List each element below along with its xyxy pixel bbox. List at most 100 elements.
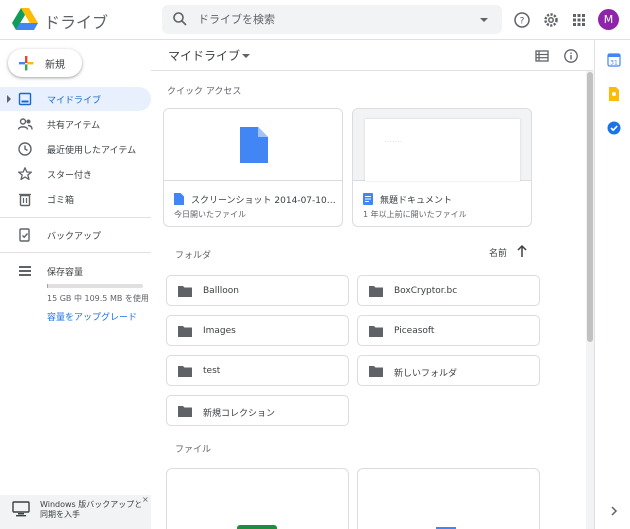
- sidebar-item-label: ゴミ箱: [47, 196, 75, 206]
- storage-usage-fill: [47, 284, 48, 288]
- clock-icon: [18, 142, 32, 156]
- sidebar-item-label: バックアップ: [47, 232, 102, 242]
- plus-icon: [19, 56, 34, 71]
- drive-logo-icon[interactable]: [12, 7, 38, 31]
- new-button[interactable]: 新規: [8, 49, 82, 77]
- sidebar-divider: [0, 217, 151, 218]
- sort-ascending-arrow-icon[interactable]: [516, 244, 528, 258]
- storage-usage-text: 15 GB 中 109.5 MB を使用: [47, 294, 149, 303]
- storage-icon: [19, 266, 31, 276]
- file-name: スクリーンショット 2014-07-10 01...: [191, 196, 337, 206]
- folder-icon: [369, 286, 383, 297]
- sidebar-item-shared[interactable]: 共有アイテム: [0, 112, 151, 136]
- sidebar-item-backup[interactable]: バックアップ: [0, 223, 151, 247]
- expand-caret-icon[interactable]: [7, 95, 11, 103]
- file-card[interactable]: [357, 468, 540, 529]
- my-drive-icon: [18, 92, 32, 106]
- backup-promo-banner[interactable]: Windows 版バックアップと同期を入手 ×: [0, 495, 151, 529]
- new-button-label: 新規: [45, 60, 65, 71]
- folder-item[interactable]: test: [166, 355, 349, 386]
- apps-grid-icon[interactable]: [570, 11, 588, 29]
- search-bar[interactable]: [162, 5, 502, 34]
- sidebar-item-starred[interactable]: スター付き: [0, 162, 151, 186]
- sidebar-item-recent[interactable]: 最近使用したアイテム: [0, 137, 151, 161]
- star-icon: [18, 167, 32, 181]
- sidebar-item-my-drive[interactable]: マイドライブ: [0, 87, 151, 111]
- chevron-right-icon[interactable]: [609, 506, 619, 516]
- search-options-icon[interactable]: [480, 18, 488, 22]
- folder-name: Piceasoft: [394, 326, 435, 336]
- page-title[interactable]: マイドライブ: [168, 47, 240, 64]
- folder-item[interactable]: 新規コレクション: [166, 395, 349, 426]
- backup-promo-text: Windows 版バックアップと同期を入手: [40, 500, 143, 519]
- sidebar-item-label: マイドライブ: [47, 96, 102, 106]
- folder-icon: [369, 366, 383, 377]
- sidebar-item-storage[interactable]: 保存容量: [0, 259, 151, 283]
- file-thumbnail: · · · · · · ·: [353, 109, 531, 181]
- upgrade-storage-link[interactable]: 容量をアップグレード: [47, 310, 137, 323]
- backup-icon: [19, 228, 30, 242]
- folder-name: Images: [203, 326, 236, 336]
- quick-access-card[interactable]: スクリーンショット 2014-07-10 01... 今日開いたファイル: [163, 108, 343, 227]
- image-file-icon: [240, 127, 268, 163]
- folder-icon: [178, 366, 192, 377]
- search-input[interactable]: [198, 9, 468, 30]
- list-view-icon[interactable]: [534, 48, 550, 64]
- folder-item[interactable]: Piceasoft: [357, 315, 540, 346]
- search-icon[interactable]: [172, 11, 188, 27]
- side-panel-rail: 31: [594, 40, 630, 529]
- close-icon[interactable]: ×: [142, 495, 149, 504]
- storage-usage-bar: [47, 284, 143, 288]
- sidebar-item-label: スター付き: [47, 171, 93, 181]
- scrollbar-thumb[interactable]: [587, 72, 593, 342]
- folder-icon: [178, 326, 192, 337]
- folder-name: BoxCryptor.bc: [394, 286, 458, 296]
- folder-item[interactable]: BoxCryptor.bc: [357, 275, 540, 306]
- folder-name: test: [203, 366, 221, 376]
- trash-icon: [19, 193, 31, 207]
- folder-name: Ballloon: [203, 286, 239, 296]
- files-heading: ファイル: [175, 445, 212, 455]
- avatar[interactable]: M: [598, 9, 619, 30]
- sidebar-divider: [0, 252, 151, 253]
- help-icon[interactable]: ?: [513, 11, 531, 29]
- file-thumbnail: [164, 109, 342, 181]
- document-preview-text: · · · · · · ·: [385, 139, 402, 144]
- tasks-icon[interactable]: [607, 121, 621, 135]
- sidebar-item-label: 最近使用したアイテム: [47, 146, 137, 156]
- quick-access-card[interactable]: · · · · · · · 無題ドキュメント 1 年以上前に開いたファイル: [352, 108, 532, 227]
- folder-icon: [178, 286, 192, 297]
- sort-by-name[interactable]: 名前: [489, 246, 507, 259]
- sidebar-item-label: 共有アイテム: [47, 121, 101, 131]
- shared-people-icon: [17, 118, 33, 130]
- app-title[interactable]: ドライブ: [44, 9, 108, 33]
- file-reason: 今日開いたファイル: [174, 210, 246, 219]
- folder-icon: [178, 406, 192, 417]
- svg-text:31: 31: [610, 60, 618, 67]
- sidebar-item-label: 保存容量: [47, 268, 84, 278]
- svg-text:?: ?: [520, 17, 525, 27]
- file-reason: 1 年以上前に開いたファイル: [363, 210, 467, 219]
- folder-item[interactable]: Images: [166, 315, 349, 346]
- folder-name: 新しいフォルダ: [394, 369, 458, 379]
- folders-heading: フォルダ: [175, 251, 212, 261]
- sidebar-item-trash[interactable]: ゴミ箱: [0, 187, 151, 211]
- folder-name: 新規コレクション: [203, 409, 276, 419]
- computer-icon: [12, 501, 30, 517]
- docs-file-icon: [363, 193, 373, 205]
- chevron-down-icon[interactable]: [242, 54, 250, 58]
- image-file-icon: [174, 193, 184, 205]
- sheets-file-icon: [237, 525, 277, 529]
- file-name: 無題ドキュメント: [380, 196, 453, 206]
- settings-gear-icon[interactable]: [542, 11, 560, 29]
- quick-access-heading: クイック アクセス: [167, 87, 242, 97]
- info-icon[interactable]: [563, 48, 579, 64]
- calendar-icon[interactable]: 31: [607, 53, 621, 67]
- file-card[interactable]: [166, 468, 349, 529]
- main-toolbar: マイドライブ: [151, 40, 593, 71]
- keep-icon[interactable]: [607, 87, 621, 101]
- document-preview: · · · · · · ·: [365, 119, 520, 181]
- folder-item[interactable]: 新しいフォルダ: [357, 355, 540, 386]
- folder-item[interactable]: Ballloon: [166, 275, 349, 306]
- folder-icon: [369, 326, 383, 337]
